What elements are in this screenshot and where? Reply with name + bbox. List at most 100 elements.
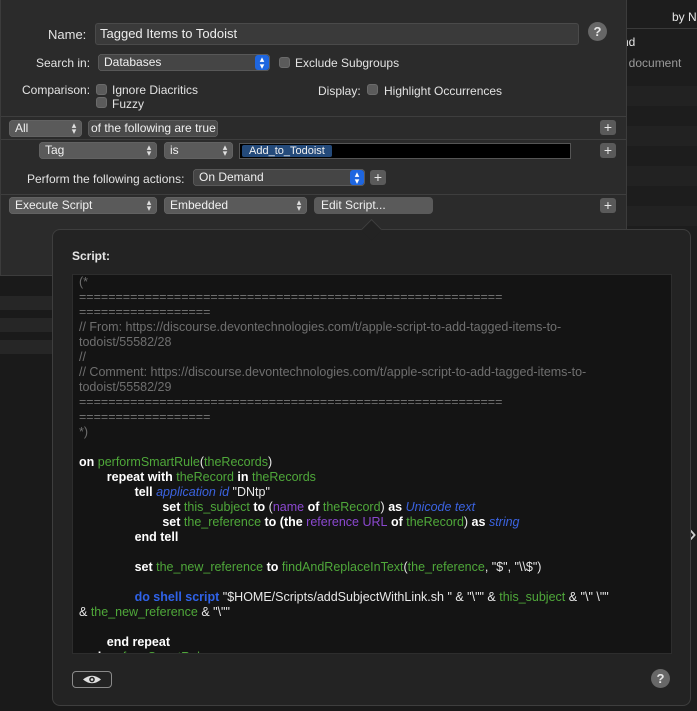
code-token: end repeat <box>79 635 170 649</box>
code-token: repeat with <box>79 470 177 484</box>
code-token: set <box>79 515 184 529</box>
tag-token[interactable]: Add_to_Todoist <box>242 145 332 157</box>
code-line: todoist/55582/28 <box>79 335 667 350</box>
code-token: in <box>233 470 252 484</box>
highlight-occurrences-checkbox[interactable] <box>367 84 378 95</box>
code-token: ) <box>267 455 273 469</box>
code-line: set this_subject to (name of theRecord) … <box>79 500 667 515</box>
code-token: the_reference <box>407 560 485 574</box>
background-row <box>0 318 52 332</box>
search-in-popup[interactable]: Databases ▴ ▾ <box>98 54 270 71</box>
code-token: string <box>488 515 520 529</box>
match-mode-popup[interactable]: All ▴ ▾ <box>9 120 82 137</box>
action-type-popup[interactable]: Execute Script ▴ ▾ <box>9 197 157 214</box>
chevron-updown-icon: ▴ ▾ <box>146 142 152 158</box>
code-token: Unicode text <box>405 500 476 514</box>
exclude-subgroups-label: Exclude Subgroups <box>295 56 400 70</box>
background-row <box>0 296 52 310</box>
help-button[interactable]: ? <box>588 22 607 41</box>
search-in-value: Databases <box>104 55 162 69</box>
code-token: ) <box>463 515 472 529</box>
code-line: end tell <box>79 530 667 545</box>
code-token: "$HOME/Scripts/addSubjectWithLink.sh " &… <box>219 590 500 604</box>
code-line: // From: https://discourse.devontechnolo… <box>79 320 667 335</box>
code-token: *) <box>79 425 89 439</box>
code-token: set <box>79 500 184 514</box>
criterion-operator-popup[interactable]: is ▴ ▾ <box>164 142 233 159</box>
name-label: Name: <box>48 27 87 42</box>
code-line: ================== <box>79 305 667 320</box>
code-line: *) <box>79 425 667 440</box>
criterion-field-popup[interactable]: Tag ▴ ▾ <box>39 142 157 159</box>
background-header-text: by N <box>672 10 697 24</box>
chevron-updown-icon: ▴ ▾ <box>146 197 152 213</box>
code-token: performSmartRule <box>105 650 207 653</box>
script-code: (* ======================================… <box>79 275 667 653</box>
add-criterion-button[interactable]: + <box>600 143 616 158</box>
perform-popup[interactable]: On Demand ▴ ▾ <box>193 169 365 186</box>
add-action-button[interactable]: + <box>600 198 616 213</box>
code-token: theRecord <box>406 515 464 529</box>
code-line: do shell script "$HOME/Scripts/addSubjec… <box>79 590 667 605</box>
action-type-value: Execute Script <box>15 198 93 212</box>
display-label: Display: <box>318 84 361 98</box>
script-popover: Script: (* ==============================… <box>52 229 691 706</box>
code-token: theRecords <box>252 470 316 484</box>
criterion-value-field[interactable]: Add_to_Todoist <box>239 143 571 159</box>
perform-value: On Demand <box>199 170 264 184</box>
code-token: & <box>79 605 91 619</box>
add-action-button[interactable]: + <box>370 170 386 185</box>
action-source-popup[interactable]: Embedded ▴ ▾ <box>164 197 307 214</box>
script-title: Script: <box>72 249 111 263</box>
code-token: of <box>304 500 323 514</box>
code-line: end repeat <box>79 635 667 650</box>
code-token: reference URL <box>306 515 388 529</box>
code-line: ========================================… <box>79 395 667 410</box>
code-line: set the_reference to (the reference URL … <box>79 515 667 530</box>
match-mode-value: All <box>15 121 29 135</box>
code-token: "DNtp" <box>229 485 270 499</box>
name-field[interactable]: Tagged Items to Todoist <box>95 23 579 45</box>
code-token: & "\" \"" <box>565 590 609 604</box>
code-line: // <box>79 350 667 365</box>
help-button[interactable]: ? <box>651 669 670 688</box>
code-token: , "$", "\\$") <box>484 560 542 574</box>
code-line: todoist/55582/29 <box>79 380 667 395</box>
exclude-subgroups-checkbox[interactable] <box>279 57 290 68</box>
code-line: tell application id "DNtp" <box>79 485 667 500</box>
code-token: theRecords <box>204 455 268 469</box>
chevron-updown-icon: ▴ ▾ <box>350 170 364 186</box>
code-token: ========================================… <box>79 395 503 409</box>
code-token: // From: https://discourse.devontechnolo… <box>79 320 562 334</box>
code-token: on <box>79 455 98 469</box>
code-token: ================== <box>79 410 211 424</box>
preview-button[interactable] <box>72 671 112 688</box>
comparison-label: Comparison: <box>22 83 91 97</box>
code-token: todoist/55582/28 <box>79 335 172 349</box>
ignore-diacritics-checkbox[interactable] <box>96 84 107 95</box>
code-token: application id <box>156 485 230 499</box>
code-token: theRecord <box>176 470 234 484</box>
code-token: todoist/55582/29 <box>79 380 172 394</box>
code-token: // <box>79 350 86 364</box>
fuzzy-checkbox[interactable] <box>96 97 107 108</box>
code-token: this_subject <box>499 590 566 604</box>
code-token: of <box>387 515 407 529</box>
code-token: as <box>388 500 406 514</box>
code-line: ========================================… <box>79 290 667 305</box>
perform-label: Perform the following actions: <box>27 172 185 186</box>
edit-script-button[interactable]: Edit Script... <box>314 197 433 214</box>
chevron-updown-icon: ▴ ▾ <box>71 120 77 136</box>
code-token: tell <box>79 485 157 499</box>
chevron-updown-icon: ▴ ▾ <box>222 142 228 158</box>
code-line: (* <box>79 275 667 290</box>
script-editor[interactable]: (* ======================================… <box>72 274 672 654</box>
add-criterion-button[interactable]: + <box>600 120 616 135</box>
criterion-operator-value: is <box>170 143 179 157</box>
chevron-updown-icon: ▴ ▾ <box>255 55 269 71</box>
divider <box>1 194 626 195</box>
code-token: to <box>249 500 269 514</box>
